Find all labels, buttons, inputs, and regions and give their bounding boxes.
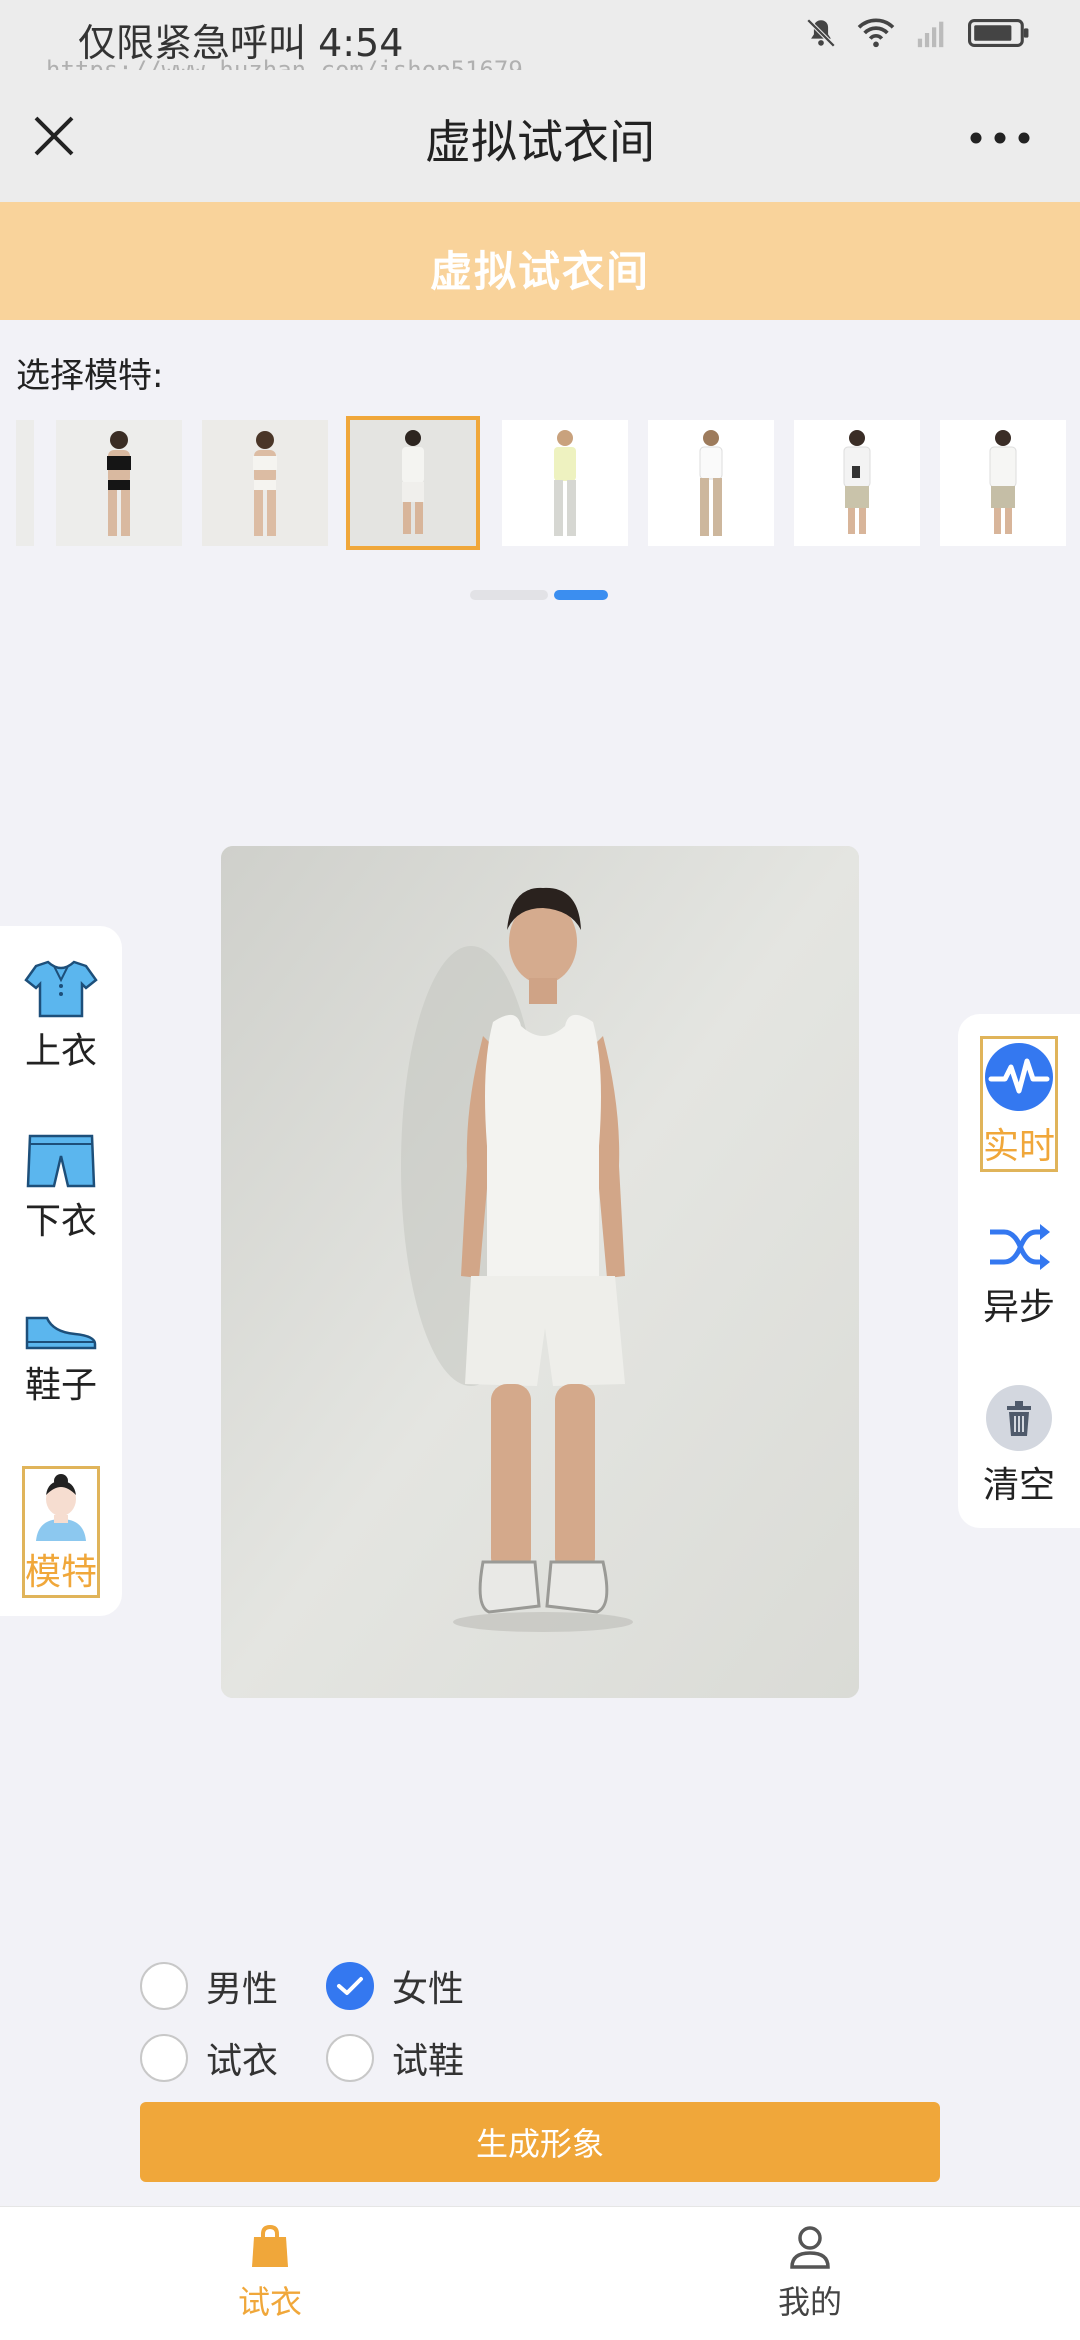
wifi-icon — [857, 18, 895, 48]
more-icon[interactable] — [970, 132, 1030, 144]
tool-bottom[interactable]: 下衣 — [0, 1132, 122, 1244]
tab-mine[interactable]: 我的 — [710, 2225, 910, 2323]
generate-button[interactable]: 生成形象 — [140, 2102, 940, 2182]
tool-realtime-label: 实时 — [983, 1126, 1056, 1167]
tab-tryon-label: 试衣 — [237, 2283, 302, 2321]
shopping-bag-icon — [252, 2225, 288, 2267]
page-title: 虚拟试衣间 — [425, 115, 655, 169]
thumbnail-edge — [16, 420, 34, 546]
model-preview-image — [221, 846, 859, 1698]
radio-try-shoes-label[interactable]: 试鞋 — [392, 2032, 472, 2084]
model-thumbnail[interactable] — [502, 420, 628, 546]
tab-tryon[interactable]: 试衣 — [170, 2225, 370, 2323]
battery-icon — [968, 19, 1029, 47]
tool-top[interactable]: 上衣 — [0, 958, 122, 1074]
bell-muted-icon — [806, 18, 836, 48]
mode-options: 试衣 试鞋 — [140, 2032, 512, 2084]
model-thumbnail[interactable] — [648, 420, 774, 546]
shoe-icon — [25, 1316, 97, 1350]
banner: 虚拟试衣间 — [0, 202, 1080, 320]
tab-mine-label: 我的 — [777, 2283, 842, 2321]
mode-toolbar: 实时 异步 清空 — [958, 1014, 1080, 1528]
tool-shoes[interactable]: 鞋子 — [0, 1304, 122, 1408]
radio-male[interactable] — [140, 1962, 188, 2010]
tool-clear-label: 清空 — [982, 1465, 1055, 1506]
status-icons — [804, 16, 1030, 50]
shorts-icon — [26, 1134, 96, 1188]
pulse-icon — [985, 1043, 1053, 1111]
tool-realtime-active[interactable]: 实时 — [980, 1036, 1058, 1172]
nav-bar: 虚拟试衣间 — [0, 70, 1080, 202]
radio-try-clothes[interactable] — [140, 2034, 188, 2082]
status-bar: 仅限紧急呼叫 4:54 https://www.huzhan.com/ishop… — [0, 0, 1080, 84]
tool-top-label: 上衣 — [24, 1031, 97, 1072]
garment-toolbar: 上衣 下衣 鞋子 模特 — [0, 926, 122, 1616]
model-thumbnail-strip[interactable] — [0, 412, 1080, 554]
model-thumbnail-selected[interactable] — [346, 416, 480, 550]
trash-icon — [986, 1385, 1052, 1451]
shirt-icon — [24, 960, 98, 1018]
radio-female-label[interactable]: 女性 — [392, 1960, 472, 2012]
model-thumbnail[interactable] — [202, 420, 328, 546]
tool-model-label: 模特 — [25, 1552, 98, 1593]
tool-async-label: 异步 — [982, 1287, 1055, 1328]
checkmark-icon — [337, 1977, 363, 1995]
tool-async[interactable]: 异步 — [958, 1220, 1080, 1330]
tool-model-active[interactable]: 模特 — [22, 1466, 100, 1598]
tool-clear[interactable]: 清空 — [958, 1384, 1080, 1508]
radio-male-label[interactable]: 男性 — [206, 1960, 286, 2012]
shuffle-icon — [990, 1224, 1050, 1270]
radio-try-clothes-label[interactable]: 试衣 — [206, 2032, 286, 2084]
model-thumbnail[interactable] — [794, 420, 920, 546]
model-picker-label: 选择模特: — [16, 356, 164, 396]
user-icon — [790, 2226, 830, 2269]
model-thumbnail[interactable] — [940, 420, 1066, 546]
bottom-tab-bar: 试衣 我的 — [0, 2206, 1080, 2340]
pager-dot[interactable] — [470, 590, 548, 600]
tool-shoes-label: 鞋子 — [24, 1365, 97, 1406]
banner-title: 虚拟试衣间 — [429, 247, 650, 296]
pager-dots — [470, 590, 610, 600]
tool-bottom-label: 下衣 — [24, 1201, 97, 1242]
model-avatar-icon — [36, 1474, 86, 1541]
radio-female[interactable] — [326, 1962, 374, 2010]
pager-dot-active[interactable] — [554, 590, 608, 600]
signal-icon — [917, 21, 944, 48]
model-thumbnail[interactable] — [56, 420, 182, 546]
gender-options: 男性 女性 — [140, 1960, 512, 2012]
radio-try-shoes[interactable] — [326, 2034, 374, 2082]
